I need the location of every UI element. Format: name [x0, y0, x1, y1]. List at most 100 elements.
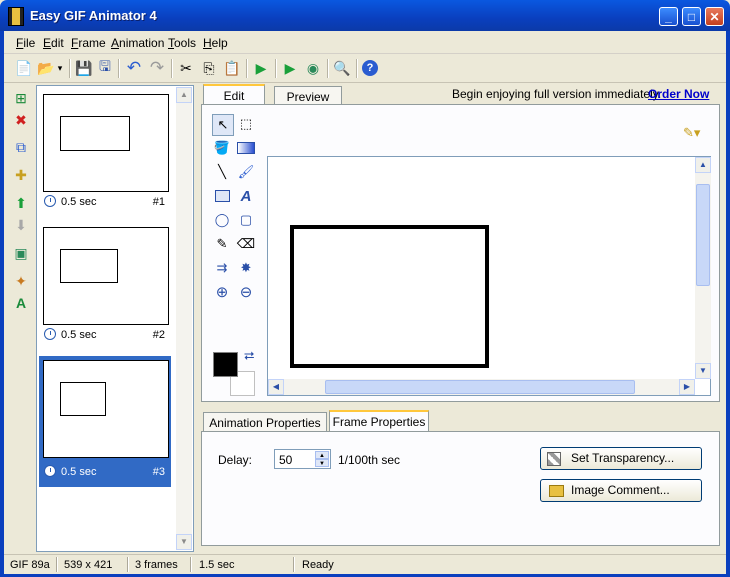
insert-frame-icon[interactable]: ✚	[11, 165, 31, 185]
eyedropper-icon[interactable]: ✎	[212, 234, 232, 254]
eraser-icon[interactable]: ⌫	[236, 234, 256, 254]
frame-item-2[interactable]: 0.5 sec #2	[39, 219, 171, 350]
frame-number: #2	[152, 329, 165, 341]
scroll-down-icon[interactable]: ▼	[695, 363, 711, 379]
canvas-vertical-scrollbar[interactable]: ▲ ▼	[695, 157, 711, 379]
status-state: Ready	[302, 559, 334, 571]
duplicate-frame-icon[interactable]: ⧉	[11, 137, 31, 157]
move-down-icon[interactable]: ⬇	[11, 215, 31, 235]
promo-text: Begin enjoying full version immediately.	[452, 87, 662, 101]
menu-animation[interactable]: Animation	[111, 36, 164, 50]
cut-icon[interactable]: ✂	[176, 58, 196, 78]
title-bar[interactable]: Easy GIF Animator 4 _ □ ✕	[0, 0, 730, 31]
status-separator	[127, 557, 129, 572]
undo-icon[interactable]: ↶	[124, 58, 144, 78]
redo-icon[interactable]: ↷	[147, 58, 167, 78]
frame-delay: 0.5 sec	[61, 329, 97, 341]
image-effect-icon[interactable]: ▣	[11, 243, 31, 263]
window-title: Easy GIF Animator 4	[30, 8, 157, 23]
save-all-icon[interactable]: 🖫	[95, 58, 115, 78]
thumbnail-rectangle	[60, 249, 118, 283]
open-icon[interactable]: 📂	[36, 58, 56, 78]
select-rect-icon[interactable]: ⬚	[236, 114, 256, 134]
delay-stepper[interactable]: 50 ▲ ▼	[274, 449, 331, 469]
canvas-horizontal-scrollbar[interactable]: ◀ ▶	[268, 379, 695, 395]
menu-tools[interactable]: Tools	[168, 36, 196, 50]
ellipse-icon[interactable]: ◯	[212, 210, 232, 230]
copy-icon[interactable]: ⎘	[199, 58, 219, 78]
frame-delay: 0.5 sec	[61, 196, 97, 208]
text-icon[interactable]: A	[236, 186, 256, 206]
frame-delay: 0.5 sec	[61, 466, 97, 478]
swap-colors-icon[interactable]: ⮂	[244, 348, 254, 364]
tab-edit[interactable]: Edit	[203, 84, 265, 105]
zoom-in-icon[interactable]: ⊕	[212, 282, 232, 302]
text-banner-icon[interactable]: A	[11, 293, 31, 313]
play-from-icon[interactable]: ▶	[280, 58, 300, 78]
scroll-thumb[interactable]	[325, 380, 635, 394]
thumbnail-rectangle	[60, 116, 130, 151]
app-film-icon	[8, 7, 24, 26]
canvas-options-icon[interactable]: ✎▾	[683, 125, 700, 141]
foreground-color-swatch[interactable]	[213, 352, 238, 377]
pointer-icon[interactable]: ↖	[212, 114, 234, 136]
tab-preview[interactable]: Preview	[274, 86, 342, 106]
stepper-up-icon[interactable]: ▲	[315, 451, 329, 459]
drawing-canvas[interactable]: ▲ ▼ ◀ ▶	[267, 156, 711, 396]
image-comment-button[interactable]: Image Comment...	[540, 479, 702, 502]
frame-thumbnail	[43, 227, 169, 325]
delete-frame-icon[interactable]: ✖	[11, 110, 31, 130]
frame-number: #1	[152, 196, 165, 208]
delay-value[interactable]: 50	[279, 453, 292, 467]
line-icon[interactable]: ╲	[212, 162, 232, 182]
scroll-thumb[interactable]	[696, 184, 710, 286]
brush-icon[interactable]: 🖌	[236, 162, 256, 182]
save-icon[interactable]: 💾	[74, 58, 94, 78]
menu-help[interactable]: Help	[203, 36, 228, 50]
rectangle-icon[interactable]	[212, 186, 232, 206]
new-icon[interactable]: 📄	[14, 58, 34, 78]
gradient-icon[interactable]	[236, 138, 256, 158]
delay-unit-label: 1/100th sec	[338, 453, 401, 467]
scroll-right-icon[interactable]: ▶	[679, 379, 695, 395]
set-transparency-label: Set Transparency...	[571, 451, 675, 465]
dropdown-icon[interactable]: ▾	[55, 58, 65, 78]
zoom-out-icon[interactable]: ⊖	[236, 282, 256, 302]
play-icon[interactable]: ▶	[251, 58, 271, 78]
frame-item-1[interactable]: 0.5 sec #1	[39, 86, 171, 217]
minimize-button[interactable]: _	[659, 7, 678, 26]
order-now-link[interactable]: Order Now	[648, 87, 709, 101]
frame-thumbnail	[43, 360, 169, 458]
menu-file[interactable]: File	[16, 36, 35, 50]
frame-item-3[interactable]: 0.5 sec #3	[39, 356, 171, 487]
tab-animation-properties[interactable]: Animation Properties	[203, 412, 327, 432]
help-icon[interactable]: ?	[362, 60, 378, 76]
maximize-button[interactable]: □	[682, 7, 701, 26]
menu-frame[interactable]: Frame	[71, 36, 106, 50]
toolbar-separator	[327, 59, 329, 78]
frames-list[interactable]: 0.5 sec #1 0.5 sec #2 0.5 sec #3 ▲ ▼	[36, 85, 194, 552]
zoom-preview-icon[interactable]: 🔍	[332, 58, 352, 78]
wizard-icon[interactable]: ✦	[11, 271, 31, 291]
scroll-down-icon[interactable]: ▼	[176, 534, 192, 550]
frames-scrollbar[interactable]: ▲ ▼	[176, 87, 192, 550]
stepper-down-icon[interactable]: ▼	[315, 459, 329, 467]
menu-edit[interactable]: Edit	[43, 36, 64, 50]
preview-browser-icon[interactable]: ◉	[303, 58, 323, 78]
fill-icon[interactable]: 🪣	[212, 138, 232, 158]
window-border-right	[726, 31, 730, 577]
canvas-rectangle-shape[interactable]	[290, 225, 489, 368]
tab-frame-properties[interactable]: Frame Properties	[329, 410, 429, 431]
insert-image-icon[interactable]: ⇉	[212, 258, 232, 278]
scroll-up-icon[interactable]: ▲	[176, 87, 192, 103]
rounded-rect-icon[interactable]: ▢	[236, 210, 256, 230]
scroll-left-icon[interactable]: ◀	[268, 379, 284, 395]
paste-icon[interactable]: 📋	[222, 58, 242, 78]
scroll-up-icon[interactable]: ▲	[695, 157, 711, 173]
add-frame-icon[interactable]: ⊞	[11, 88, 31, 108]
set-transparency-button[interactable]: Set Transparency...	[540, 447, 702, 470]
thumbnail-rectangle	[60, 382, 106, 416]
spray-icon[interactable]: ✸	[236, 258, 256, 278]
move-up-icon[interactable]: ⬆	[11, 193, 31, 213]
close-button[interactable]: ✕	[705, 7, 724, 26]
